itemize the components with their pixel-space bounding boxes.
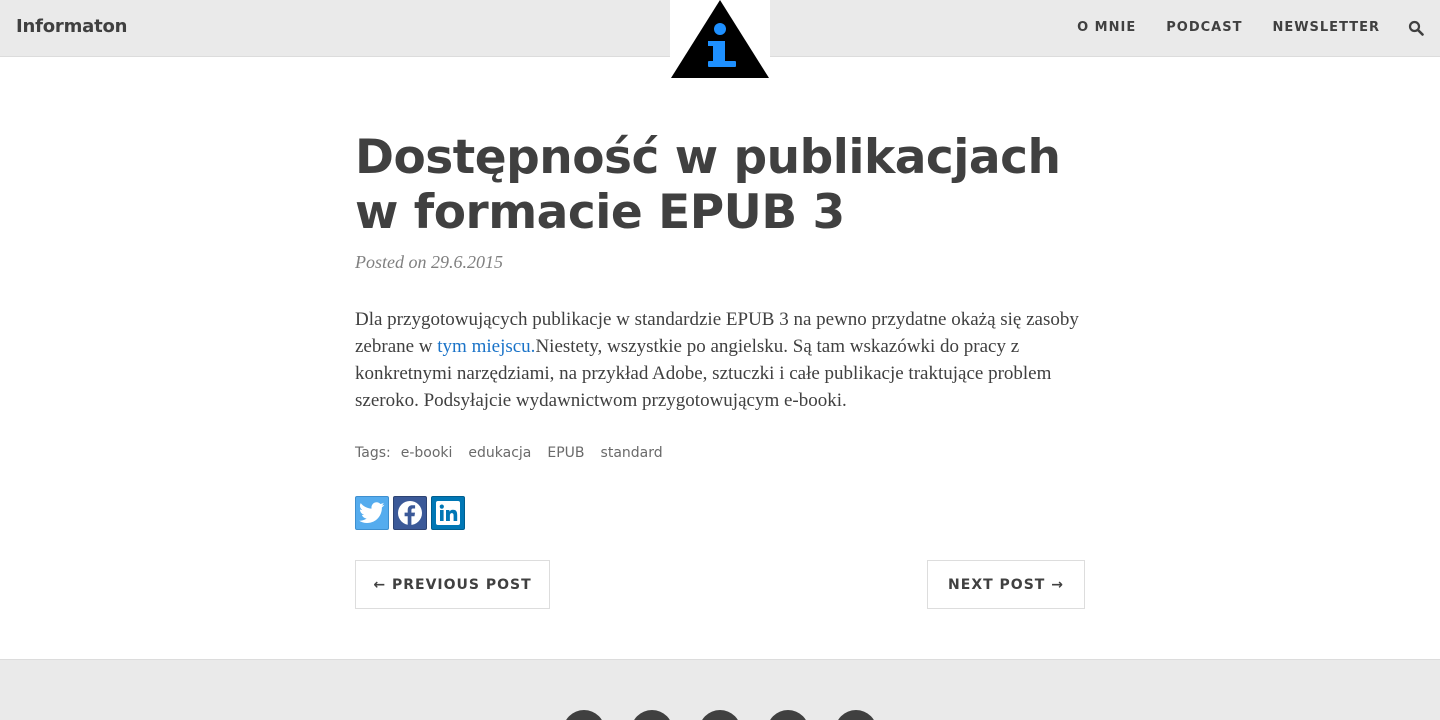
linkedin-icon — [436, 501, 460, 525]
previous-post-button[interactable]: ← PREVIOUS POST — [355, 560, 550, 609]
brand-link[interactable]: Informaton — [16, 16, 127, 37]
post-body: Dla przygotowujących publikacje w standa… — [355, 306, 1090, 414]
tag-link[interactable]: standard — [601, 445, 663, 461]
nav-link-o-mnie[interactable]: O MNIE — [1077, 20, 1136, 35]
post-title-line-1: Dostępność w publikacjach — [355, 130, 1061, 185]
footer — [0, 659, 1440, 720]
info-triangle-icon — [671, 0, 769, 78]
tag-link[interactable]: edukacja — [468, 445, 531, 461]
facebook-icon — [398, 501, 422, 526]
twitter-icon — [359, 502, 385, 523]
site-logo[interactable] — [670, 0, 770, 80]
tag-link[interactable]: e-booki — [401, 445, 453, 461]
social-icon[interactable] — [631, 710, 673, 720]
next-post-button[interactable]: NEXT POST → — [927, 560, 1085, 609]
social-icon[interactable] — [699, 710, 741, 720]
social-icon[interactable] — [563, 710, 605, 720]
share-facebook-button[interactable] — [393, 496, 427, 530]
tag-link[interactable]: EPUB — [547, 445, 584, 461]
social-icon[interactable] — [835, 710, 877, 720]
footer-social-icons — [563, 710, 877, 720]
search-icon[interactable] — [1408, 20, 1424, 36]
tags-label: Tags: — [355, 445, 391, 461]
post-title-line-2: w formacie EPUB 3 — [355, 185, 845, 240]
post-body-link[interactable]: tym miejscu. — [437, 336, 535, 357]
share-buttons — [355, 496, 465, 530]
nav-links: O MNIE PODCAST NEWSLETTER — [1077, 20, 1380, 35]
social-icon[interactable] — [767, 710, 809, 720]
nav-link-newsletter[interactable]: NEWSLETTER — [1272, 20, 1380, 35]
post-meta: Posted on 29.6.2015 — [355, 252, 503, 272]
share-linkedin-button[interactable] — [431, 496, 465, 530]
post-tags: Tags: e-booki edukacja EPUB standard — [355, 445, 663, 461]
nav-link-podcast[interactable]: PODCAST — [1166, 20, 1242, 35]
post-title: Dostępność w publikacjach w formacie EPU… — [355, 130, 1095, 240]
share-twitter-button[interactable] — [355, 496, 389, 530]
